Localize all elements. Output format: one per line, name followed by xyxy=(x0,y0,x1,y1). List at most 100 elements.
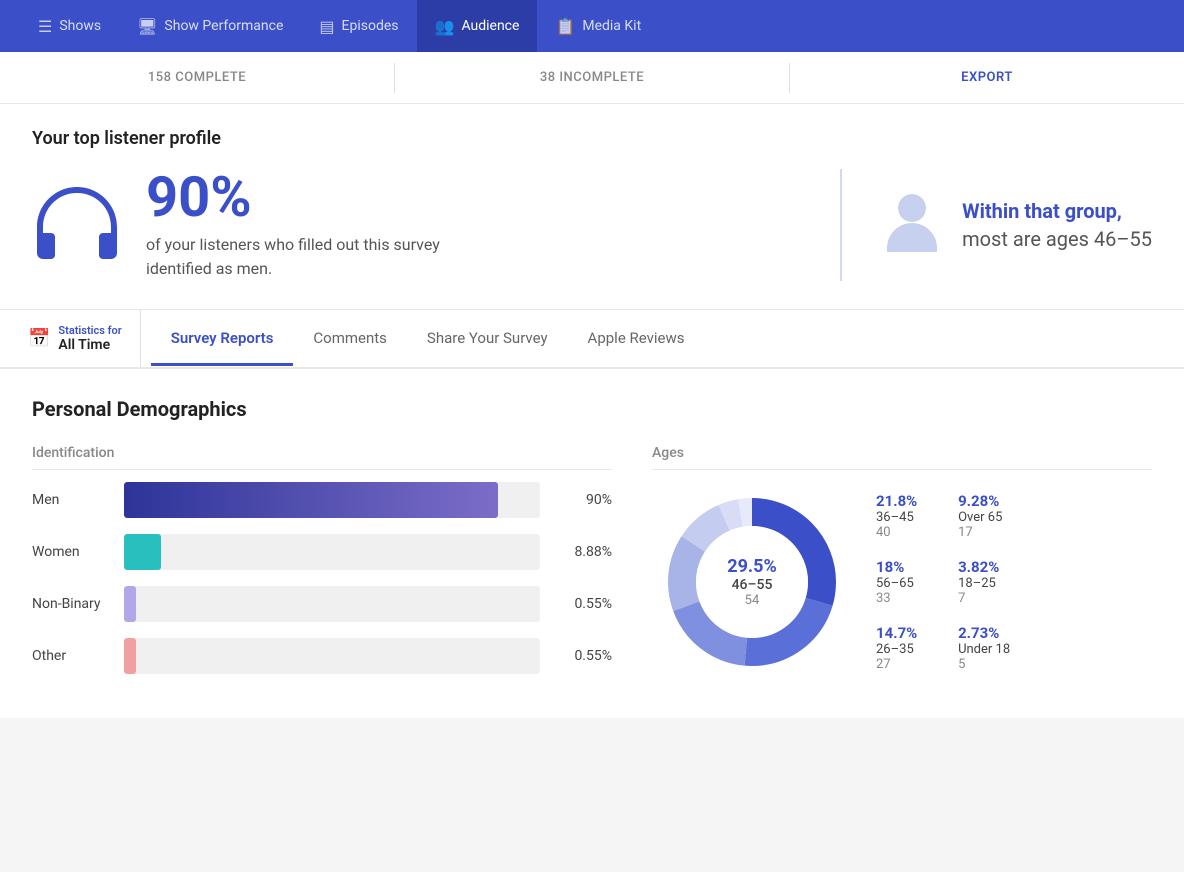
nav-shows[interactable]: ☰ Shows xyxy=(20,0,119,52)
nav-show-performance[interactable]: 🖥 Show Performance xyxy=(119,0,301,52)
calendar-icon: 📅 xyxy=(28,328,50,349)
legend-count-over65: 17 xyxy=(958,525,1010,540)
nav-audience[interactable]: 👥 Audience xyxy=(417,0,538,52)
person-icon xyxy=(882,190,942,260)
legend-range-56-65: 56–65 xyxy=(876,576,928,591)
bar-fill-other xyxy=(124,638,136,674)
tab-share-your-survey[interactable]: Share Your Survey xyxy=(407,313,568,366)
legend-range-26-35: 26–35 xyxy=(876,642,928,657)
bar-track-men xyxy=(124,482,540,518)
audience-icon: 👥 xyxy=(435,17,455,36)
bar-label-men: Men xyxy=(32,492,112,508)
bar-pct-nonbinary: 0.55% xyxy=(552,596,612,612)
donut-pct: 29.5% xyxy=(727,556,777,577)
legend-item-under18: 2.73% Under 18 5 xyxy=(958,624,1010,672)
donut-range: 46–55 xyxy=(727,577,777,593)
ages-subtitle: Ages xyxy=(652,445,1152,470)
legend-pct-over65: 9.28% xyxy=(958,492,1010,510)
export-button[interactable]: EXPORT xyxy=(790,70,1184,85)
tab-survey-reports-label: Survey Reports xyxy=(171,329,274,347)
demographics-section: Personal Demographics Identification Men… xyxy=(0,369,1184,718)
bar-fill-men xyxy=(124,482,498,518)
legend-range-under18: Under 18 xyxy=(958,642,1010,657)
bar-pct-other: 0.55% xyxy=(552,648,612,664)
tab-share-label: Share Your Survey xyxy=(427,329,548,347)
legend-pct-26-35: 14.7% xyxy=(876,624,928,642)
bar-track-nonbinary xyxy=(124,586,540,622)
charts-container: Identification Men 90% Women 8.88% xyxy=(32,445,1152,690)
legend-grid: 21.8% 36–45 40 9.28% Over 65 17 18% 56–6… xyxy=(876,492,1010,672)
tab-apple-reviews-label: Apple Reviews xyxy=(588,329,685,347)
nav-media-kit[interactable]: 📋 Media Kit xyxy=(537,0,659,52)
age-range: most are ages 46–55 xyxy=(962,227,1152,251)
bar-pct-men: 90% xyxy=(552,492,612,508)
stats-date-text: Statistics for All Time xyxy=(58,324,121,353)
identification-chart: Identification Men 90% Women 8.88% xyxy=(32,445,612,690)
ages-inner: 29.5% 46–55 54 21.8% 36–45 40 xyxy=(652,482,1152,682)
legend-range-18-25: 18–25 xyxy=(958,576,1010,591)
profile-title: Your top listener profile xyxy=(32,128,1152,149)
nav-episodes-label: Episodes xyxy=(342,18,399,34)
legend-count-under18: 5 xyxy=(958,657,1010,672)
nav-audience-label: Audience xyxy=(461,18,519,34)
nav-episodes[interactable]: ▤ Episodes xyxy=(301,0,416,52)
bar-label-women: Women xyxy=(32,544,112,560)
legend-pct-18-25: 3.82% xyxy=(958,558,1010,576)
profile-section: Your top listener profile 90% of your li… xyxy=(0,104,1184,310)
bar-fill-nonbinary xyxy=(124,586,136,622)
bar-label-nonbinary: Non-Binary xyxy=(32,596,112,612)
stats-time: All Time xyxy=(58,337,121,353)
bar-label-other: Other xyxy=(32,648,112,664)
tab-comments-label: Comments xyxy=(313,329,387,347)
legend-item-56-65: 18% 56–65 33 xyxy=(876,558,928,606)
nav-shows-label: Shows xyxy=(59,18,101,34)
headphone-icon xyxy=(32,185,122,265)
show-performance-icon: 🖥 xyxy=(137,17,157,36)
legend-count-36-45: 40 xyxy=(876,525,928,540)
bar-row-nonbinary: Non-Binary 0.55% xyxy=(32,586,612,622)
demographics-title: Personal Demographics xyxy=(32,397,1152,421)
legend-item-over65: 9.28% Over 65 17 xyxy=(958,492,1010,540)
legend-range-over65: Over 65 xyxy=(958,510,1010,525)
main-content: Personal Demographics Identification Men… xyxy=(0,369,1184,718)
top-bar: 158 COMPLETE 38 INCOMPLETE EXPORT xyxy=(0,52,1184,104)
profile-percent: 90% xyxy=(146,169,466,225)
bar-row-other: Other 0.55% xyxy=(32,638,612,674)
episodes-icon: ▤ xyxy=(319,17,334,36)
legend-item-36-45: 21.8% 36–45 40 xyxy=(876,492,928,540)
legend-count-56-65: 33 xyxy=(876,591,928,606)
legend-count-26-35: 27 xyxy=(876,657,928,672)
donut-container: 29.5% 46–55 54 xyxy=(652,482,852,682)
bar-track-women xyxy=(124,534,540,570)
ages-chart: Ages xyxy=(652,445,1152,690)
legend-pct-36-45: 21.8% xyxy=(876,492,928,510)
profile-right-text: Within that group, most are ages 46–55 xyxy=(962,199,1152,251)
complete-count: 158 COMPLETE xyxy=(0,70,394,85)
nav-media-kit-label: Media Kit xyxy=(582,18,641,34)
stats-label: Statistics for xyxy=(58,324,121,337)
within-group: Within that group, xyxy=(962,199,1152,223)
donut-count: 54 xyxy=(727,593,777,608)
nav-show-performance-label: Show Performance xyxy=(164,18,283,34)
profile-content: 90% of your listeners who filled out thi… xyxy=(32,169,1152,281)
bar-pct-women: 8.88% xyxy=(552,544,612,560)
legend-pct-56-65: 18% xyxy=(876,558,928,576)
legend-range-36-45: 36–45 xyxy=(876,510,928,525)
media-kit-icon: 📋 xyxy=(555,17,575,36)
profile-desc: of your listeners who filled out this su… xyxy=(146,233,466,281)
bar-track-other xyxy=(124,638,540,674)
bar-row-women: Women 8.88% xyxy=(32,534,612,570)
profile-left: 90% of your listeners who filled out thi… xyxy=(32,169,842,281)
legend-pct-under18: 2.73% xyxy=(958,624,1010,642)
tabs-bar: 📅 Statistics for All Time Survey Reports… xyxy=(0,310,1184,369)
profile-right: Within that group, most are ages 46–55 xyxy=(842,190,1152,260)
incomplete-count: 38 INCOMPLETE xyxy=(395,70,789,85)
tab-comments[interactable]: Comments xyxy=(293,313,407,366)
legend-item-26-35: 14.7% 26–35 27 xyxy=(876,624,928,672)
profile-stat: 90% of your listeners who filled out thi… xyxy=(146,169,466,281)
bar-row-men: Men 90% xyxy=(32,482,612,518)
tab-apple-reviews[interactable]: Apple Reviews xyxy=(568,313,705,366)
nav-bar: ☰ Shows 🖥 Show Performance ▤ Episodes 👥 … xyxy=(0,0,1184,52)
legend-count-18-25: 7 xyxy=(958,591,1010,606)
tab-survey-reports[interactable]: Survey Reports xyxy=(151,313,294,366)
